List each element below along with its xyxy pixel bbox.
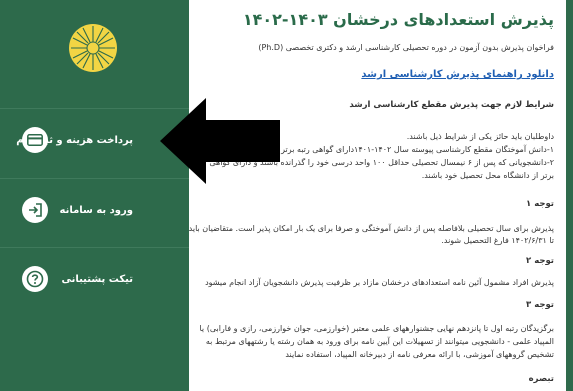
note3-line: برگزیدگان رتبه اول تا پانزدهم نهایی جشنو… bbox=[199, 324, 554, 333]
sidebar-item-label: ورود به سامانه bbox=[59, 204, 133, 216]
sidebar-item-label: تیکت پشتیبانی bbox=[61, 273, 133, 285]
subtitle: فراخوان پذیرش بدون آزمون در دوره تحصیلی … bbox=[258, 43, 554, 52]
note3-line: تشخیص گروههای آموزشی، با ارائه معرفی نام… bbox=[285, 350, 554, 359]
help-icon bbox=[22, 266, 48, 292]
requirement-line: داوطلبان باید حائز یکی از شرایط ذیل باشن… bbox=[406, 132, 554, 141]
sidebar-item-login[interactable]: ورود به سامانه bbox=[0, 178, 189, 241]
main-content: پذیرش استعدادهای درخشان ۱۴۰۳-۱۴۰۲ فراخوا… bbox=[189, 0, 566, 391]
footer-title: تبصره bbox=[528, 374, 554, 384]
note1-line: تا ۱۴۰۲/۶/۳۱ فارغ التحصیل شوند. bbox=[441, 236, 554, 245]
credit-card-icon bbox=[22, 127, 48, 153]
page-title: پذیرش استعدادهای درخشان ۱۴۰۳-۱۴۰۲ bbox=[242, 10, 554, 29]
note2-line: پذیرش افراد مشمول آئین نامه استعدادهای د… bbox=[205, 278, 554, 287]
sidebar-item-support[interactable]: تیکت پشتیبانی bbox=[0, 247, 189, 310]
guide-download-link[interactable]: دانلود راهنمای پذیرش کارشناسی ارشد bbox=[361, 68, 554, 82]
sidebar: پرداخت هزینه و ثبت نام ورود به سامانه تی… bbox=[0, 0, 189, 391]
page: پذیرش استعدادهای درخشان ۱۴۰۳-۱۴۰۲ فراخوا… bbox=[0, 0, 573, 391]
right-border bbox=[566, 0, 573, 391]
note3-title: توجه ۳ bbox=[526, 300, 554, 310]
note3-line: المپیاد علمی - دانشجویی میتوانند از تسهی… bbox=[205, 337, 554, 346]
requirement-line: برتر از دانشگاه محل تحصیل خود باشند. bbox=[421, 171, 554, 180]
note1-title: توجه ۱ bbox=[526, 199, 554, 209]
logo-icon bbox=[69, 24, 117, 72]
login-icon bbox=[22, 197, 48, 223]
arrow-left-icon bbox=[160, 98, 280, 184]
section-title: شرایط لازم جهت پذیرش مقطع کارشناسی ارشد bbox=[349, 100, 554, 110]
note2-title: توجه ۲ bbox=[526, 256, 554, 266]
